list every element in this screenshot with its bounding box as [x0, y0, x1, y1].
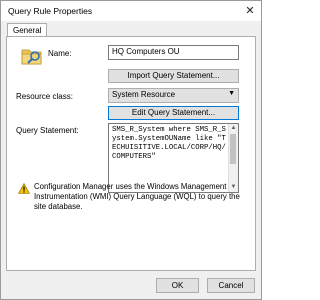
name-field[interactable]: HQ Computers OU [108, 45, 239, 60]
close-icon[interactable]: ✕ [243, 4, 257, 18]
query-statement-text: SMS_R_System where SMS_R_System.SystemOU… [112, 126, 226, 161]
wql-info-text: Configuration Manager uses the Windows M… [34, 182, 240, 211]
import-query-statement-button[interactable]: Import Query Statement... [108, 69, 239, 83]
tab-strip: General [6, 23, 256, 38]
scroll-thumb[interactable] [230, 134, 236, 164]
scroll-up-icon[interactable]: ▲ [229, 124, 238, 133]
warning-icon [18, 183, 30, 194]
window-title: Query Rule Properties [8, 6, 93, 16]
title-bar: Query Rule Properties ✕ [1, 1, 261, 21]
resource-class-select[interactable]: System Resource ▼ [108, 88, 239, 103]
edit-query-statement-button[interactable]: Edit Query Statement... [108, 106, 239, 120]
resource-class-value: System Resource [112, 90, 176, 99]
query-folder-icon [21, 49, 42, 65]
ok-button[interactable]: OK [156, 278, 199, 293]
name-label: Name: [48, 49, 72, 58]
chevron-down-icon: ▼ [228, 90, 235, 97]
general-tab-panel: Name: HQ Computers OU Import Query State… [6, 36, 256, 271]
query-statement-label: Query Statement: [16, 126, 79, 135]
query-rule-properties-dialog: Query Rule Properties ✕ General Name: HQ… [0, 0, 262, 300]
resource-class-label: Resource class: [16, 92, 73, 101]
cancel-button[interactable]: Cancel [207, 278, 255, 293]
